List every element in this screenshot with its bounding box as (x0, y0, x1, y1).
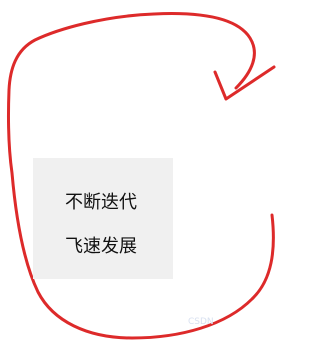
box-line-1: 不断迭代 (65, 192, 137, 213)
arrow-head-path (213, 65, 276, 101)
canvas: 不断迭代 飞速发展 CSDN (0, 0, 278, 342)
watermark-text: CSDN (188, 317, 214, 327)
box-line-2: 飞速发展 (65, 236, 137, 257)
highlight-box: 不断迭代 飞速发展 (33, 158, 173, 279)
